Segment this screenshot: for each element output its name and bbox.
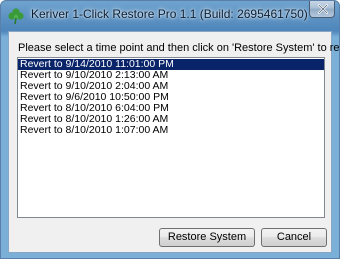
- close-button[interactable]: [309, 1, 335, 18]
- dialog-window: Keriver 1-Click Restore Pro 1.1 (Build: …: [0, 0, 340, 259]
- dialog-body: Please select a time point and then clic…: [8, 31, 339, 253]
- title-bar[interactable]: Keriver 1-Click Restore Pro 1.1 (Build: …: [1, 1, 339, 31]
- list-item[interactable]: Revert to 8/10/2010 1:07:00 AM: [18, 125, 324, 136]
- close-icon: [317, 4, 329, 14]
- clover-icon: [7, 7, 25, 25]
- restore-point-list[interactable]: Revert to 9/14/2010 11:01:00 PM Revert t…: [17, 57, 325, 218]
- restore-system-button[interactable]: Restore System: [159, 228, 255, 247]
- cancel-button[interactable]: Cancel: [261, 228, 327, 247]
- window-title: Keriver 1-Click Restore Pro 1.1 (Build: …: [31, 7, 308, 21]
- instruction-text: Please select a time point and then clic…: [18, 42, 340, 54]
